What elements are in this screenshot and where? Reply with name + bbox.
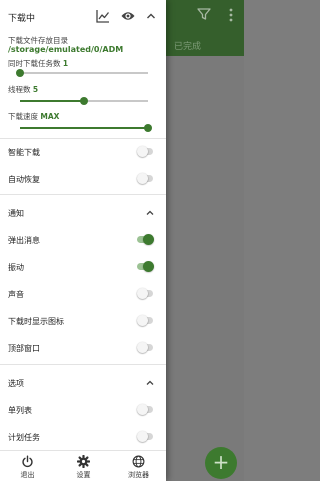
toggle-row-sound[interactable]: 声音 [0,280,166,307]
concurrent-slider[interactable] [16,68,148,78]
chevron-up-icon[interactable] [144,207,156,219]
settings-drawer: 下载中 下载文件存放目录 /storage/emulated/0/ADM 同时下… [0,0,166,481]
threads-value: 5 [32,85,39,94]
section-notifications[interactable]: 通知 [0,201,166,225]
slider-thumb[interactable] [144,124,152,132]
threads-label: 线程数 5 [8,84,38,95]
switch-thumb [137,342,148,353]
switch-thumb [137,173,148,184]
slider-thumb[interactable] [16,69,24,77]
switch-thumb [137,288,148,299]
switch-thumb [137,315,148,326]
exit-label: 退出 [20,471,35,479]
chevron-up-icon[interactable] [144,377,156,389]
settings-button[interactable]: 设置 [56,451,111,481]
toggle-row-show-icon[interactable]: 下载时显示图标 [0,307,166,334]
auto-resume-label: 自动恢复 [8,175,40,184]
threads-slider[interactable] [20,96,148,106]
tab-completed[interactable]: 已完成 [174,39,201,52]
chevron-up-icon[interactable] [144,9,158,23]
exit-button[interactable]: 退出 [0,451,55,481]
browser-button[interactable]: 浏览器 [111,451,166,481]
section-options-title: 选项 [8,379,24,388]
plus-icon: + [212,450,230,474]
switch-thumb [137,431,148,442]
drawer-scroll[interactable]: 下载中 下载文件存放目录 /storage/emulated/0/ADM 同时下… [0,0,166,450]
vibrate-switch[interactable] [137,261,154,272]
toggle-row-top-window[interactable]: 顶部窗口 [0,334,166,361]
slider-fill [20,127,148,129]
power-icon [22,455,33,468]
top-window-switch[interactable] [137,342,153,353]
switch-thumb [143,261,154,272]
settings-label: 设置 [76,471,91,479]
speed-label: 下载速度 MAX [8,111,59,122]
vibrate-label: 振动 [8,263,24,272]
section-options[interactable]: 选项 [0,371,166,395]
popup-message-switch[interactable] [137,234,154,245]
browser-label: 浏览器 [128,471,149,479]
toggle-row-popup-message[interactable]: 弹出消息 [0,226,166,253]
slider-fill [20,100,84,102]
divider [0,364,166,365]
section-notifications-title: 通知 [8,209,24,218]
filter-icon[interactable] [197,7,211,21]
smart-download-label: 智能下载 [8,148,40,157]
top-window-label: 顶部窗口 [8,344,40,353]
speed-label-text: 下载速度 [8,112,38,121]
toggle-row-single-list[interactable]: 单列表 [0,396,166,423]
more-vert-icon[interactable] [228,7,234,23]
threads-label-text: 线程数 [8,85,31,94]
single-list-switch[interactable] [137,404,153,415]
globe-icon [132,455,145,468]
show-icon-switch[interactable] [137,315,153,326]
sound-label: 声音 [8,290,24,299]
toggle-row-scheduled-tasks[interactable]: 计划任务 [0,423,166,450]
bottom-nav: 退出 设置 浏览器 [0,450,166,481]
toggle-row-vibrate[interactable]: 振动 [0,253,166,280]
download-dir-value[interactable]: /storage/emulated/0/ADM [8,45,123,54]
speed-slider[interactable] [20,123,152,133]
header-title: 下载中 [8,14,36,24]
toggle-row-auto-resume[interactable]: 自动恢复 [0,165,166,192]
slider-track [20,72,148,74]
single-list-label: 单列表 [8,406,32,415]
sound-switch[interactable] [137,288,153,299]
show-icon-label: 下载时显示图标 [8,317,64,326]
divider [0,194,166,195]
switch-thumb [143,234,154,245]
drawer-header: 下载中 [0,0,166,33]
smart-download-switch[interactable] [137,146,153,157]
scheduled-tasks-switch[interactable] [137,431,153,442]
switch-thumb [137,404,148,415]
chart-icon[interactable] [96,9,110,23]
switch-thumb [137,146,148,157]
concurrent-value: 1 [62,59,69,68]
popup-message-label: 弹出消息 [8,236,40,245]
concurrent-label-text: 同时下载任务数 [8,59,61,68]
eye-icon[interactable] [121,9,135,23]
scheduled-tasks-label: 计划任务 [8,433,40,442]
toggle-row-smart-download[interactable]: 智能下载 [0,138,166,165]
gear-icon [77,455,90,468]
add-download-button[interactable]: + [205,447,237,479]
auto-resume-switch[interactable] [137,173,153,184]
slider-thumb[interactable] [80,97,88,105]
speed-value: MAX [40,112,60,121]
